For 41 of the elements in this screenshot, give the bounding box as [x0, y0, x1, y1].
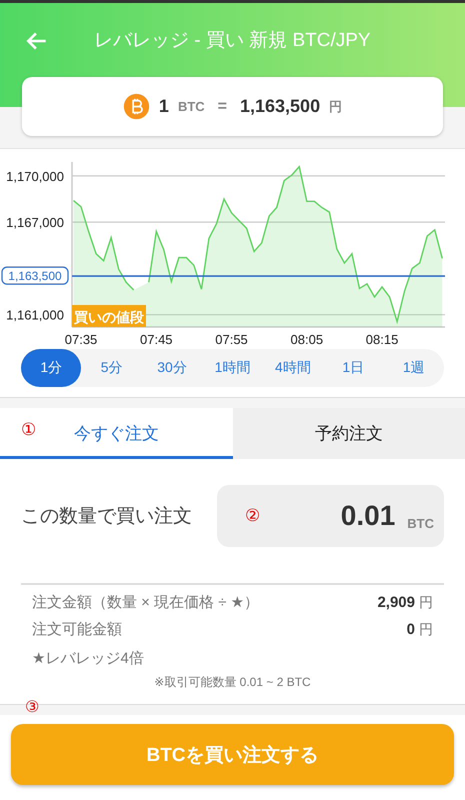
- summary-value: 0: [406, 621, 415, 638]
- summary-label: 注文金額（数量 × 現在価格 ÷ ★）: [32, 593, 260, 612]
- interval-tab[interactable]: 1時間: [202, 349, 263, 387]
- amount-text: 1: [158, 96, 169, 117]
- summary-label: 注文可能金額: [32, 620, 122, 639]
- summary-value: 2,909: [377, 594, 415, 611]
- bitcoin-icon: [122, 93, 150, 120]
- interval-tab[interactable]: 1分: [21, 349, 82, 387]
- quantity-label: この数量で買い注文: [21, 505, 192, 529]
- interval-tab[interactable]: 1日: [323, 349, 384, 387]
- order-tab[interactable]: 予約注文: [314, 422, 383, 445]
- screen-title: レバレッジ - 買い 新規 BTC/JPY: [94, 29, 371, 53]
- y-tick-label: 1,170,000: [6, 168, 64, 184]
- equals-text: =: [218, 98, 227, 116]
- x-tick-label: 07:35: [64, 332, 98, 345]
- annotation: 買いの値段: [73, 309, 145, 325]
- x-tick-label: 08:15: [366, 332, 398, 345]
- interval-tab[interactable]: 5分: [81, 349, 142, 387]
- unit-text: BTC: [178, 99, 205, 114]
- interval-tab[interactable]: 30分: [142, 349, 202, 387]
- y-tick-label: 1,167,000: [6, 215, 64, 230]
- step-marker: ①: [21, 420, 36, 440]
- buy-order-button[interactable]: BTCを買い注文する: [11, 724, 454, 785]
- interval-tab[interactable]: 4時間: [262, 349, 324, 387]
- current-price-label: 1,163,500: [1, 266, 69, 285]
- order-tab[interactable]: 今すぐ注文: [74, 422, 159, 445]
- step-marker: ③: [25, 699, 40, 717]
- interval-tab[interactable]: 1週: [384, 349, 444, 387]
- currency-text: 円: [419, 594, 433, 612]
- currency-text: 円: [419, 621, 433, 639]
- quantity-field[interactable]: ② 0.01 BTC: [217, 485, 444, 547]
- range-note: ※取引可能数量 0.01 ~ 2 BTC: [153, 674, 312, 691]
- x-tick-label: 07:45: [140, 332, 173, 345]
- buy-price-tag: 買いの値段: [72, 305, 146, 327]
- x-tick-label: 08:05: [290, 332, 324, 345]
- ref-line-label: 1,163,500: [8, 269, 62, 284]
- leverage-note: ★レバレッジ4倍: [32, 649, 145, 668]
- currency-text: 円: [329, 98, 342, 116]
- price-text: 1,163,500: [240, 96, 320, 117]
- x-tick-label: 07:55: [215, 332, 248, 345]
- y-tick-label: 1,161,000: [6, 308, 64, 323]
